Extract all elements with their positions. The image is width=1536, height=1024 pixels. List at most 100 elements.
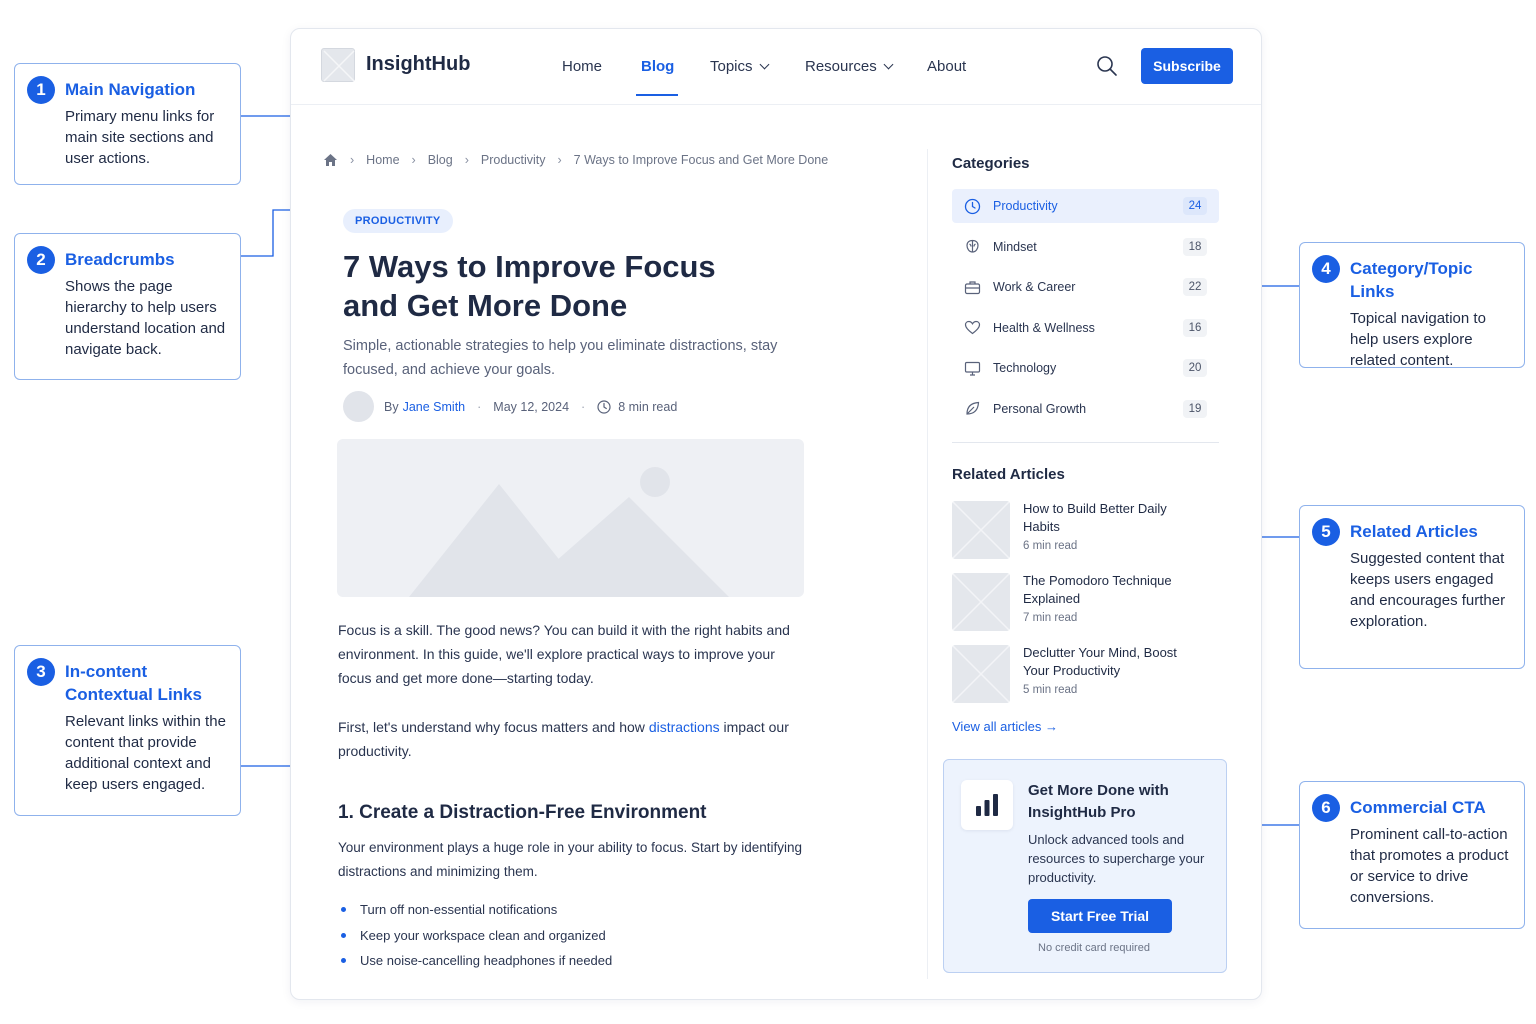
related-article[interactable]: The Pomodoro Technique Explained 7 min r… [952,571,1212,643]
bullet-list: Turn off non-essential notifications Kee… [341,897,612,974]
breadcrumb-current: 7 Ways to Improve Focus and Get More Don… [573,153,829,167]
nav-active-indicator [636,94,678,96]
breadcrumb-blog[interactable]: Blog [428,153,453,167]
category-label: Work & Career [993,280,1076,294]
category-item-health-wellness[interactable]: Health & Wellness 16 [952,311,1219,345]
subscribe-button[interactable]: Subscribe [1141,48,1233,84]
cta-title: Get More Done with InsightHub Pro [1028,782,1169,821]
chevron-down-icon [883,59,894,70]
related-articles-heading: Related Articles [952,466,1065,483]
contextual-link-distractions[interactable]: distractions [649,719,720,735]
callout-title: Commercial CTA [1350,798,1486,817]
nav-resources[interactable]: Resources [805,58,894,75]
section-heading: 1. Create a Distraction-Free Environment [338,802,707,823]
nav-blog[interactable]: Blog [641,58,674,75]
paragraph-text: First, let's understand why focus matter… [338,719,649,735]
author-avatar[interactable] [343,391,374,422]
nav-topics-label: Topics [710,58,753,75]
category-label: Productivity [993,199,1058,213]
callout-description: Prominent call-to-action that promotes a… [1350,826,1509,906]
callout-title: Related Articles [1350,522,1478,541]
sidebar-divider [927,149,928,979]
callout-title: Main Navigation [65,80,196,99]
read-time: 8 min read [618,399,678,414]
nav-topics[interactable]: Topics [710,58,769,75]
breadcrumb: › Home › Blog › Productivity › 7 Ways to… [323,153,828,167]
nav-resources-label: Resources [805,58,877,75]
meta-separator: · [581,399,586,414]
start-free-trial-button[interactable]: Start Free Trial [1028,899,1172,933]
category-item-personal-growth[interactable]: Personal Growth 19 [952,392,1219,426]
cta-description: Unlock advanced tools and resources to s… [1028,832,1205,885]
bullet-dot [341,932,346,938]
category-item-technology[interactable]: Technology 20 [952,351,1219,385]
list-item-text: Use noise-cancelling headphones if neede… [360,953,613,968]
category-count: 24 [1183,197,1207,215]
callout-description: Primary menu links for main site section… [65,108,215,167]
category-list: Productivity 24 Mindset 18 Work & Career… [952,189,1219,432]
article-meta: By Jane Smith · May 12, 2024 · 8 min rea… [343,391,677,422]
related-article[interactable]: How to Build Better Daily Habits 6 min r… [952,499,1212,571]
category-tag[interactable]: PRODUCTIVITY [343,209,453,233]
callout-description: Relevant links within the content that p… [65,713,226,793]
author-link[interactable]: Jane Smith [403,400,466,414]
callout-title: In-content Contextual Links [65,662,202,704]
category-item-work-career[interactable]: Work & Career 22 [952,270,1219,304]
nav-about[interactable]: About [927,58,966,75]
breadcrumb-separator: › [464,153,469,167]
callout-title: Category/Topic Links [1350,259,1473,301]
callout-description: Topical navigation to help users explore… [1350,310,1486,369]
list-item: Use noise-cancelling headphones if neede… [341,948,612,974]
home-icon[interactable] [323,153,338,167]
search-icon[interactable] [1096,55,1118,77]
related-article-title[interactable]: How to Build Better Daily Habits [1023,500,1203,536]
nav-home[interactable]: Home [562,58,602,75]
callout-category-links: 4 Category/Topic Links Topical navigatio… [1299,242,1525,369]
category-count: 16 [1183,318,1207,337]
breadcrumb-productivity[interactable]: Productivity [481,153,546,167]
image-placeholder-icon [952,645,1010,703]
category-item-mindset[interactable]: Mindset 18 [952,230,1219,264]
breadcrumb-home[interactable]: Home [366,153,399,167]
bar-chart-icon [961,780,1013,830]
category-label: Personal Growth [993,401,1087,416]
article-title-line-1: 7 Ways to Improve Focus [343,249,716,284]
callout-title: Breadcrumbs [65,250,175,269]
category-count: 22 [1183,278,1207,296]
callout-number: 1 [27,76,55,104]
article-paragraph-3: Your environment plays a huge role in yo… [338,840,803,879]
related-article-title[interactable]: Declutter Your Mind, Boost Your Producti… [1023,644,1203,680]
image-placeholder-icon [952,573,1010,631]
author-by-label: By [384,399,399,414]
categories-heading: Categories [952,155,1030,172]
hero-image-placeholder [337,439,804,597]
heart-icon [964,319,981,336]
brand-name[interactable]: InsightHub [366,53,470,76]
related-article-title[interactable]: The Pomodoro Technique Explained [1023,572,1203,608]
related-article-read-time: 7 min read [1023,612,1078,624]
callout-commercial-cta: 6 Commercial CTA Prominent call-to-actio… [1299,781,1525,929]
callout-main-navigation: 1 Main Navigation Primary menu links for… [14,63,241,185]
chevron-down-icon [759,59,769,70]
sidebar-separator [952,442,1219,443]
pro-cta-card: Get More Done with InsightHub Pro Unlock… [943,759,1227,973]
meta-separator: · [477,399,482,414]
view-all-articles-link[interactable]: View all articles → [952,719,1058,734]
related-article[interactable]: Declutter Your Mind, Boost Your Producti… [952,643,1212,715]
bullet-dot [341,907,346,913]
publish-date: May 12, 2024 [493,399,570,414]
monitor-icon [964,360,981,377]
callout-number: 4 [1312,255,1340,283]
category-count: 18 [1183,237,1207,256]
category-label: Technology [993,361,1057,375]
callout-description: Suggested content that keeps users engag… [1350,550,1506,630]
related-articles-list: How to Build Better Daily Habits 6 min r… [952,499,1212,715]
article-subtitle: Simple, actionable strategies to help yo… [343,338,778,378]
page-frame: InsightHub Home Blog Topics Resources Ab… [290,28,1262,1000]
category-item-productivity[interactable]: Productivity 24 [952,189,1219,223]
image-placeholder-icon [952,501,1010,559]
clock-icon [597,399,611,414]
category-count: 20 [1183,359,1207,377]
briefcase-icon [964,279,981,296]
logo-placeholder-icon[interactable] [321,48,355,82]
